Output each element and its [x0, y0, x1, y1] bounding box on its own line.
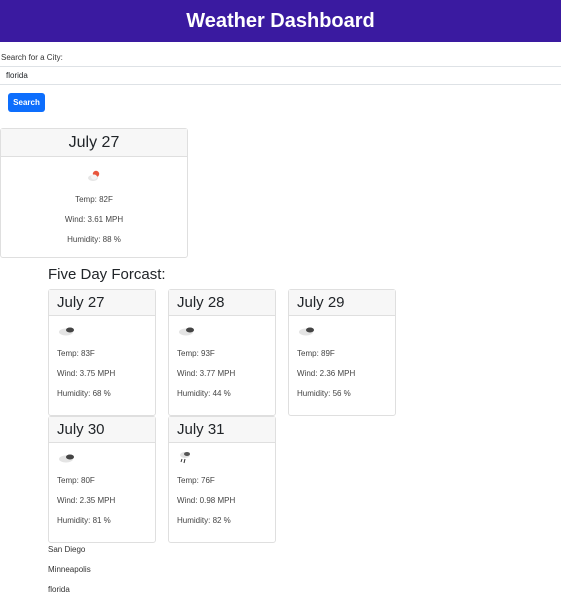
forecast-date: July 27 [49, 290, 155, 316]
forecast-wind: Wind: 3.77 MPH [177, 369, 236, 378]
forecast-humidity: Humidity: 82 % [177, 516, 231, 525]
forecast-wind: Wind: 3.75 MPH [57, 369, 116, 378]
rain-icon [177, 449, 193, 465]
page-title: Weather Dashboard [186, 9, 375, 32]
forecast-wind: Wind: 0.98 MPH [177, 496, 236, 505]
forecast-wind: Wind: 2.36 MPH [297, 369, 356, 378]
forecast-temp: Temp: 76F [177, 476, 215, 485]
search-label: Search for a City: [1, 53, 63, 62]
forecast-card: July 27 Temp: 83F Wind: 3.75 MPH Humidit… [48, 289, 156, 416]
forecast-humidity: Humidity: 81 % [57, 516, 111, 525]
forecast-card: July 30 Temp: 80F Wind: 2.35 MPH Humidit… [48, 416, 156, 543]
overcast-clouds-icon [57, 322, 74, 338]
forecast-card: July 29 Temp: 89F Wind: 2.36 MPH Humidit… [288, 289, 396, 416]
forecast-date: July 31 [169, 417, 275, 443]
forecast-title: Five Day Forcast: [48, 266, 166, 283]
forecast-temp: Temp: 80F [57, 476, 95, 485]
history-item[interactable]: Minneapolis [48, 564, 91, 584]
forecast-temp: Temp: 83F [57, 349, 95, 358]
history-item[interactable]: San Diego [48, 544, 91, 564]
forecast-card: July 28 Temp: 93F Wind: 3.77 MPH Humidit… [168, 289, 276, 416]
search-history-list: San Diego Minneapolis florida [48, 544, 91, 604]
app-header: Weather Dashboard [0, 0, 561, 42]
forecast-humidity: Humidity: 68 % [57, 389, 111, 398]
forecast-date: July 28 [169, 290, 275, 316]
history-item[interactable]: florida [48, 584, 91, 604]
forecast-wind: Wind: 2.35 MPH [57, 496, 116, 505]
overcast-clouds-icon [297, 322, 314, 338]
search-button[interactable]: Search [8, 93, 45, 112]
overcast-clouds-icon [177, 322, 194, 338]
current-wind: Wind: 3.61 MPH [64, 215, 124, 224]
forecast-temp: Temp: 93F [177, 349, 215, 358]
forecast-date: July 30 [49, 417, 155, 443]
current-temp: Temp: 82F [75, 195, 113, 204]
overcast-clouds-icon [57, 449, 74, 465]
forecast-humidity: Humidity: 44 % [177, 389, 231, 398]
current-weather-card: July 27 Temp: 82F Wind: 3.61 MPH Humidit… [0, 128, 188, 258]
city-search-input[interactable] [0, 66, 561, 85]
current-date: July 27 [1, 129, 187, 157]
partly-cloudy-day-icon [86, 168, 102, 184]
forecast-date: July 29 [289, 290, 395, 316]
current-humidity: Humidity: 88 % [67, 235, 121, 244]
forecast-humidity: Humidity: 56 % [297, 389, 351, 398]
forecast-temp: Temp: 89F [297, 349, 335, 358]
forecast-card: July 31 Temp: 76F Wind: 0.98 MPH Humidit… [168, 416, 276, 543]
